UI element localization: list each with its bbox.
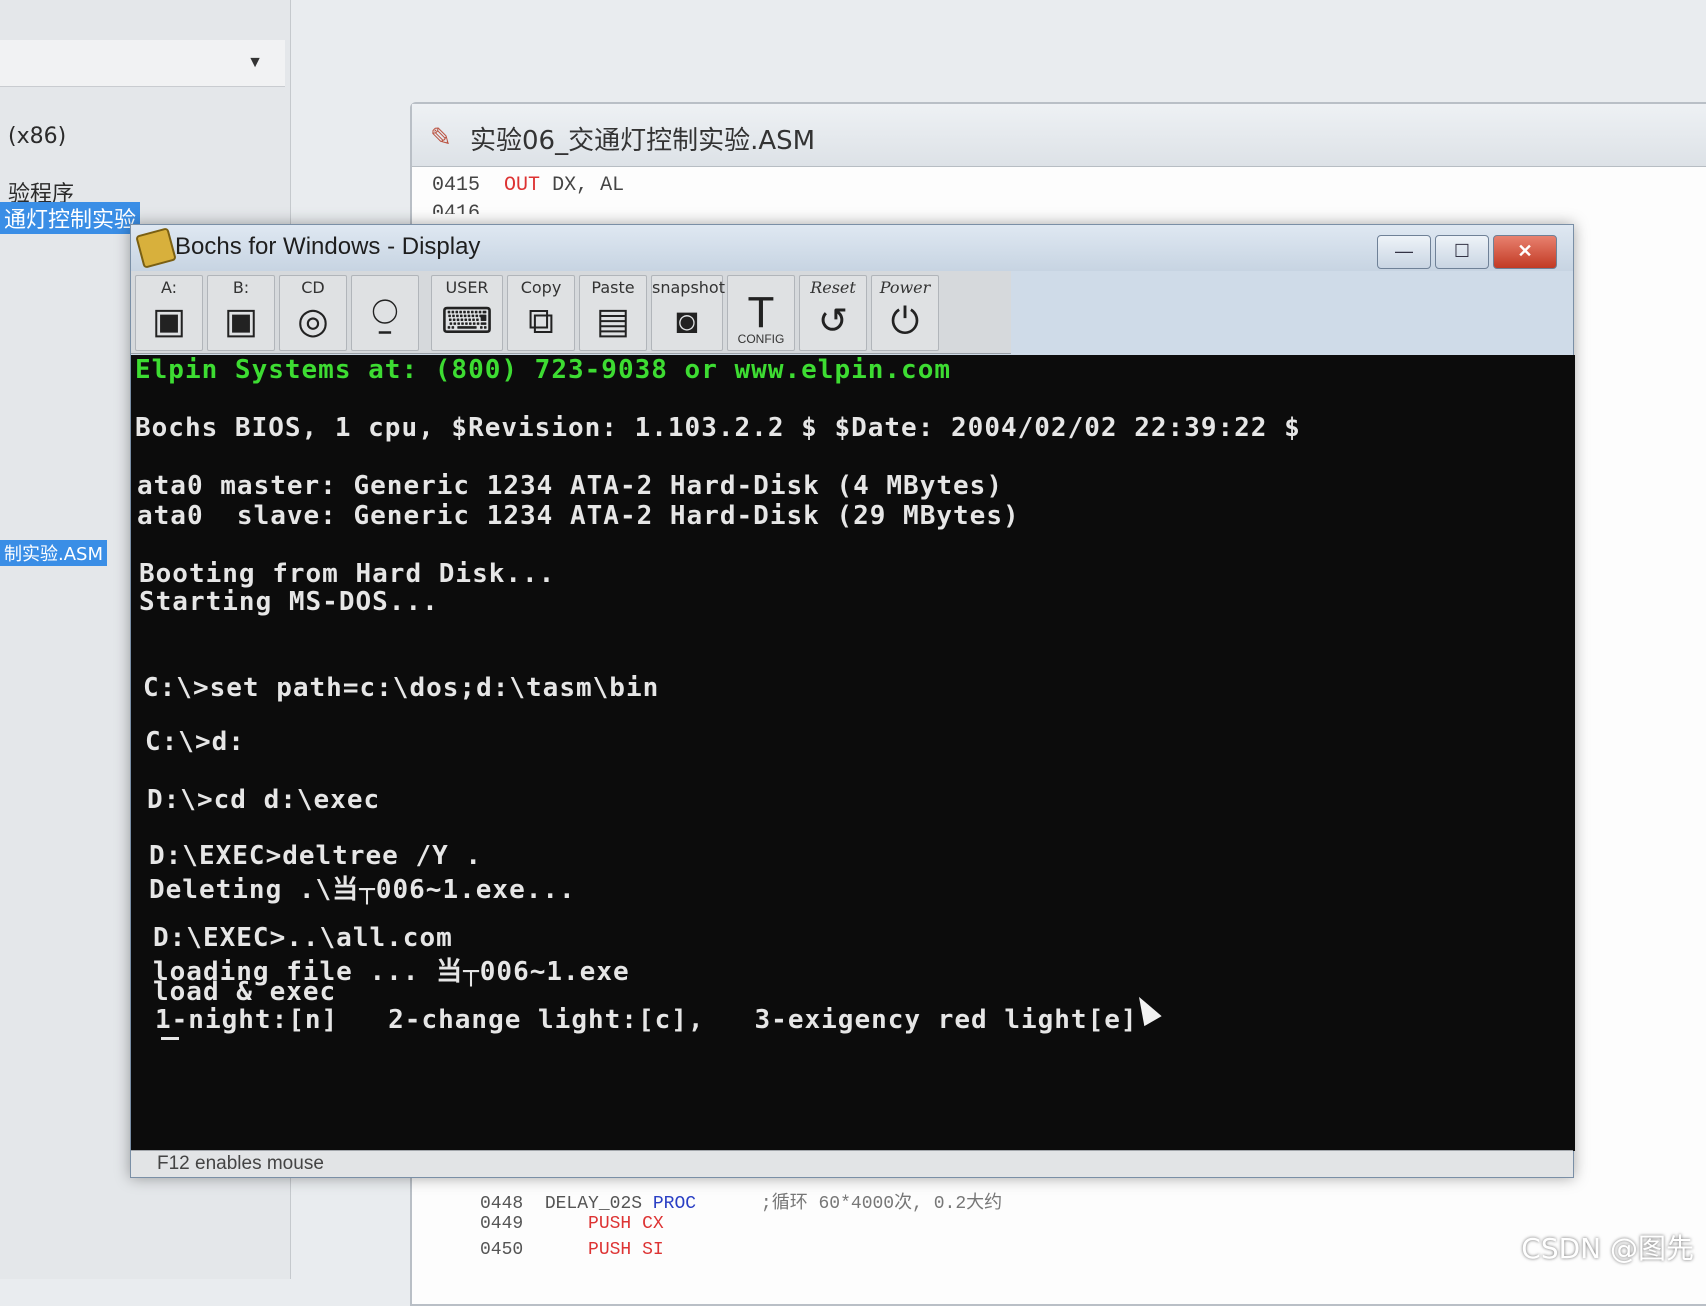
console-line: D:\EXEC>..\all.com bbox=[153, 923, 453, 953]
reset-button[interactable]: Reset ↺ bbox=[799, 275, 867, 351]
editor-tab[interactable]: ✎ 实验06_交通灯控制实验.ASM bbox=[412, 104, 1706, 167]
clipboard-icon: ▤ bbox=[595, 300, 630, 341]
floppy-a-button[interactable]: A: ▣ bbox=[135, 275, 203, 351]
asm-file-icon: ✎ bbox=[430, 122, 452, 152]
console-line: Starting MS-DOS... bbox=[139, 587, 439, 617]
power-icon: ⏻ bbox=[890, 300, 920, 341]
window-titlebar[interactable]: Bochs for Windows - Display — ☐ ✕ bbox=[131, 225, 1573, 271]
console-line: C:\>d: bbox=[145, 727, 245, 757]
code-label: DELAY_02S bbox=[544, 1194, 643, 1214]
floppy-disk-icon: ▣ bbox=[151, 300, 186, 341]
reset-label: Reset bbox=[810, 278, 856, 297]
camera-icon: ◙ bbox=[676, 300, 698, 341]
snapshot-label: snapshot bbox=[652, 278, 725, 297]
power-button[interactable]: Power ⏻ bbox=[871, 275, 939, 351]
code-op: OUT bbox=[504, 174, 541, 197]
cdrom-button[interactable]: CD ◎ bbox=[279, 275, 347, 351]
code-args: SI bbox=[642, 1240, 664, 1260]
floppy-a-label: A: bbox=[160, 278, 178, 297]
console-line: 1-night:[n] 2-change light:[c], 3-exigen… bbox=[155, 1005, 1138, 1035]
mouse-icon: ⍜ bbox=[371, 288, 399, 337]
tree-item-traffic-folder[interactable]: 通灯控制实验 bbox=[0, 202, 141, 234]
window-title: Bochs for Windows - Display bbox=[175, 233, 481, 260]
watermark: CSDN @图先 bbox=[1521, 1232, 1694, 1265]
user-label: USER bbox=[445, 278, 489, 297]
power-label: Power bbox=[879, 278, 931, 297]
console-line: Bochs BIOS, 1 cpu, $Revision: 1.103.2.2 … bbox=[135, 413, 1301, 443]
copy-button[interactable]: Copy ⧉ bbox=[507, 275, 575, 351]
floppy-disk-icon: ▣ bbox=[223, 300, 258, 341]
code-args: CX bbox=[642, 1214, 664, 1234]
code-op: PUSH bbox=[588, 1214, 632, 1234]
paste-label: Paste bbox=[591, 278, 635, 297]
console-line: ata0 master: Generic 1234 ATA-2 Hard-Dis… bbox=[137, 471, 1003, 501]
user-button[interactable]: USER ⌨ bbox=[431, 275, 503, 351]
code-comment: ;循环 60*4000次, 0.2大约 bbox=[760, 1194, 1003, 1214]
config-button[interactable]: T CONFIG bbox=[727, 275, 795, 351]
paste-button[interactable]: Paste ▤ bbox=[579, 275, 647, 351]
floppy-b-label: B: bbox=[232, 278, 250, 297]
text-cursor bbox=[161, 1037, 179, 1040]
tree-item-asm-file[interactable]: 制实验.ASM bbox=[0, 540, 107, 566]
console-line: Booting from Hard Disk... bbox=[139, 559, 556, 589]
mouse-capture-button[interactable]: ⍜ bbox=[351, 275, 419, 351]
console-line: ata0 slave: Generic 1234 ATA-2 Hard-Disk… bbox=[137, 501, 1020, 531]
cdrom-label: CD bbox=[301, 278, 325, 297]
copy-icon: ⧉ bbox=[528, 300, 554, 341]
line-number: 0416 bbox=[432, 202, 481, 214]
bochs-window: Bochs for Windows - Display — ☐ ✕ A: ▣ B… bbox=[130, 224, 1575, 1178]
close-button[interactable]: ✕ bbox=[1493, 235, 1557, 269]
code-line: 0449 PUSH CX bbox=[480, 1214, 664, 1234]
console-line: Deleting .\当┬006~1.exe... bbox=[149, 875, 576, 905]
chevron-down-icon[interactable]: ▼ bbox=[247, 54, 263, 72]
code-args: DX, AL bbox=[552, 174, 625, 197]
console-line: D:\>cd d:\exec bbox=[147, 785, 381, 815]
status-text: F12 enables mouse bbox=[157, 1153, 324, 1174]
tree-item-x86[interactable]: (x86) bbox=[8, 124, 66, 149]
code-line: 0416 bbox=[432, 202, 480, 214]
line-number: 0448 bbox=[480, 1194, 524, 1214]
snapshot-button[interactable]: snapshot ◙ bbox=[651, 275, 725, 351]
copy-label: Copy bbox=[520, 278, 562, 297]
bochs-toolbar: A: ▣ B: ▣ CD ◎ ⍜ USER ⌨ Copy ⧉ Paste ▤ s… bbox=[131, 271, 1011, 354]
console-line: Elpin Systems at: (800) 723-9038 or www.… bbox=[135, 355, 952, 385]
line-number: 0415 bbox=[432, 174, 481, 197]
wrench-icon: T bbox=[747, 288, 775, 337]
bochs-app-icon bbox=[135, 227, 177, 269]
floppy-b-button[interactable]: B: ▣ bbox=[207, 275, 275, 351]
emulator-display[interactable]: Elpin Systems at: (800) 723-9038 or www.… bbox=[131, 355, 1575, 1151]
editor-tab-title: 实验06_交通灯控制实验.ASM bbox=[470, 126, 816, 156]
console-line: D:\EXEC>deltree /Y . bbox=[149, 841, 483, 871]
config-label: CONFIG bbox=[737, 332, 785, 346]
console-line: load & exec bbox=[153, 977, 337, 1007]
project-combo[interactable]: ▼ bbox=[0, 40, 285, 87]
status-bar: F12 enables mouse bbox=[131, 1150, 1573, 1177]
minimize-button[interactable]: — bbox=[1377, 235, 1431, 269]
keyboard-icon: ⌨ bbox=[441, 300, 493, 341]
code-op: PROC bbox=[652, 1194, 697, 1214]
maximize-button[interactable]: ☐ bbox=[1435, 235, 1489, 269]
cd-disc-icon: ◎ bbox=[297, 300, 329, 341]
line-number: 0449 bbox=[480, 1214, 524, 1234]
code-line: 0415 OUT DX, AL bbox=[432, 174, 624, 197]
console-line: C:\>set path=c:\dos;d:\tasm\bin bbox=[143, 673, 660, 703]
code-line: 0448 DELAY_02S PROC ;循环 60*4000次, 0.2大约 bbox=[480, 1188, 1002, 1214]
line-number: 0450 bbox=[480, 1240, 524, 1260]
reset-arrow-icon: ↺ bbox=[817, 300, 849, 341]
code-line: 0450 PUSH SI bbox=[480, 1240, 664, 1260]
code-op: PUSH bbox=[588, 1240, 632, 1260]
